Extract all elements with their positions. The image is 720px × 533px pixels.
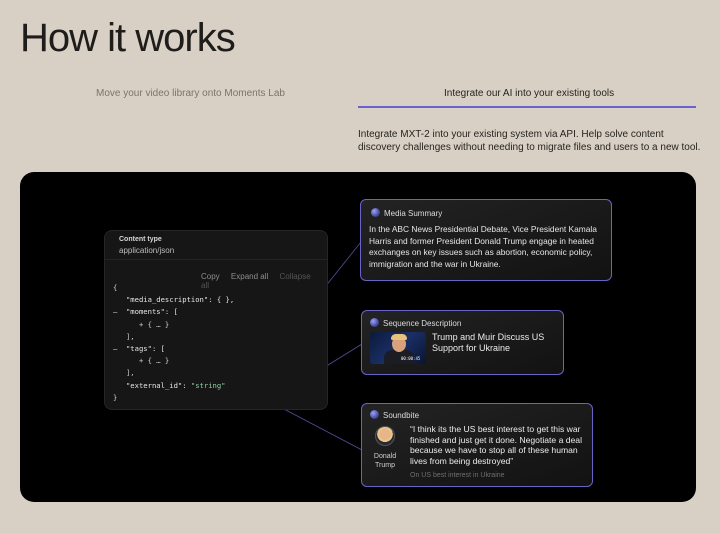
code-line-external-id: "external_id": "string" [113,380,234,392]
thumbnail-timecode: 00:00:45 [401,356,421,361]
sequence-thumbnail[interactable]: 00:00:45 [370,332,426,364]
code-line-media-description[interactable]: "media_description": { }, [113,294,234,306]
soundbite-card: Soundbite Donald Trump “I think its the U… [361,403,593,487]
code-line-moments[interactable]: – "moments": [ [113,306,234,318]
sequence-title: Trump and Muir Discuss US Support for Uk… [432,332,545,353]
soundbite-quote: “I think its the US best interest to get… [410,424,582,466]
sequence-description-card: Sequence Description 00:00:45 Trump and … [361,310,564,375]
ai-orb-icon [370,318,379,327]
card-header: Sequence Description [370,318,461,328]
code-line: } [113,392,118,402]
speaker-name: Donald Trump [373,453,397,469]
code-line-moments-item[interactable]: + { … } [113,319,234,331]
code-panel: Content type application/json Copy Expan… [104,230,328,410]
card-title: Soundbite [383,411,420,420]
code-line: ], [113,331,135,341]
external-id-value: "string" [190,380,226,390]
code-line-tags-item[interactable]: + { … } [113,355,234,367]
card-header: Media Summary [371,208,442,218]
soundbite-reference: On US best interest in Ukraine [410,472,505,479]
connector-soundbite [281,407,363,451]
tab-move-library[interactable]: Move your video library onto Moments Lab [96,88,285,99]
code-line: ], [113,368,135,378]
card-header: Soundbite [370,410,419,420]
card-title: Sequence Description [383,319,462,328]
content-type-label: Content type [119,236,162,243]
code-line: { [113,283,118,292]
avatar [375,426,395,446]
media-summary-card: Media Summary In the ABC News Presidenti… [360,199,612,281]
ai-orb-icon [370,410,379,419]
active-tab-indicator [358,106,696,108]
copy-button[interactable]: Copy [201,272,220,281]
tab-description: Integrate MXT-2 into your existing syste… [358,129,701,153]
divider [105,259,327,260]
tab-integrate-ai[interactable]: Integrate our AI into your existing tool… [444,88,614,99]
content-type-value: application/json [119,246,175,255]
code-line-tags[interactable]: – "tags": [ [113,343,234,355]
card-title: Media Summary [384,209,443,218]
json-code: { "media_description": { }, – "moments": … [113,282,234,404]
demo-stage: Content type application/json Copy Expan… [20,172,696,502]
external-id-key: "external_id": [113,380,191,390]
ai-orb-icon [371,208,380,217]
media-summary-text: In the ABC News Presidential Debate, Vic… [369,224,597,269]
expand-all-button[interactable]: Expand all [231,272,268,281]
page-title: How it works [20,16,236,60]
